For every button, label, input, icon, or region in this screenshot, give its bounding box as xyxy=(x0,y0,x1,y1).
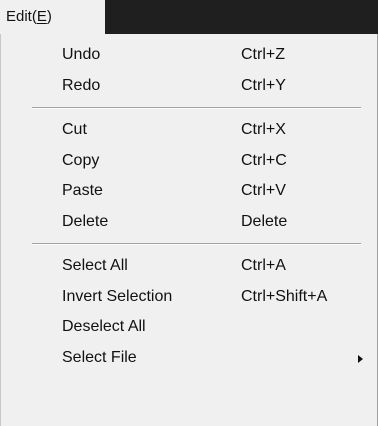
menu-item-delete-shortcut: Delete xyxy=(241,212,288,230)
menu-item-paste-shortcut: Ctrl+V xyxy=(241,182,286,199)
menu-item-cut-shortcut: Ctrl+X xyxy=(241,121,286,138)
menu-item-select-all-label: Select All xyxy=(62,257,128,274)
edit-menu-label-prefix: Edit( xyxy=(6,8,37,25)
edit-menu-title[interactable]: Edit(E) xyxy=(0,0,105,34)
edit-menu-mnemonic: E xyxy=(36,8,47,25)
menu-item-paste-label: Paste xyxy=(62,182,103,199)
menu-item-invert-selection[interactable]: Invert Selection Ctrl+Shift+A xyxy=(1,282,377,313)
menu-item-copy[interactable]: Copy Ctrl+C xyxy=(1,146,377,177)
menu-item-select-all[interactable]: Select All Ctrl+A xyxy=(1,251,377,282)
submenu-arrow-icon xyxy=(358,354,363,363)
menu-item-copy-shortcut: Ctrl+C xyxy=(241,151,287,169)
menu-item-deselect-all-label: Deselect All xyxy=(62,318,146,335)
menu-item-delete-label: Delete xyxy=(62,212,109,230)
menu-item-delete[interactable]: Delete Delete xyxy=(1,207,377,238)
menu-separator xyxy=(1,101,377,115)
menu-item-invert-selection-label: Invert Selection xyxy=(62,287,173,305)
menu-item-undo[interactable]: Undo Ctrl+Z xyxy=(1,40,377,71)
menu-item-undo-shortcut: Ctrl+Z xyxy=(241,46,285,63)
menu-separator xyxy=(1,237,377,251)
menu-item-select-file-label: Select File xyxy=(62,348,137,366)
menu-item-redo-label: Redo xyxy=(62,76,101,94)
menu-item-invert-selection-shortcut: Ctrl+Shift+A xyxy=(241,287,328,305)
menu-item-cut[interactable]: Cut Ctrl+X xyxy=(1,115,377,146)
menu-item-select-all-shortcut: Ctrl+A xyxy=(241,257,286,274)
menu-item-undo-label: Undo xyxy=(62,46,101,63)
menu-item-deselect-all[interactable]: Deselect All xyxy=(1,312,377,343)
menu-bar: Edit(E) xyxy=(0,0,378,34)
menu-item-select-file[interactable]: Select File xyxy=(1,343,377,374)
edit-menu-label-suffix: ) xyxy=(46,8,52,25)
menu-item-redo[interactable]: Redo Ctrl+Y xyxy=(1,71,377,102)
menu-item-cut-label: Cut xyxy=(62,121,87,138)
menu-item-redo-shortcut: Ctrl+Y xyxy=(241,76,286,94)
edit-dropdown-menu: Undo Ctrl+Z Redo Ctrl+Y Cut Ctrl+X Copy … xyxy=(0,34,378,426)
menu-item-copy-label: Copy xyxy=(62,151,100,169)
menu-item-paste[interactable]: Paste Ctrl+V xyxy=(1,176,377,207)
